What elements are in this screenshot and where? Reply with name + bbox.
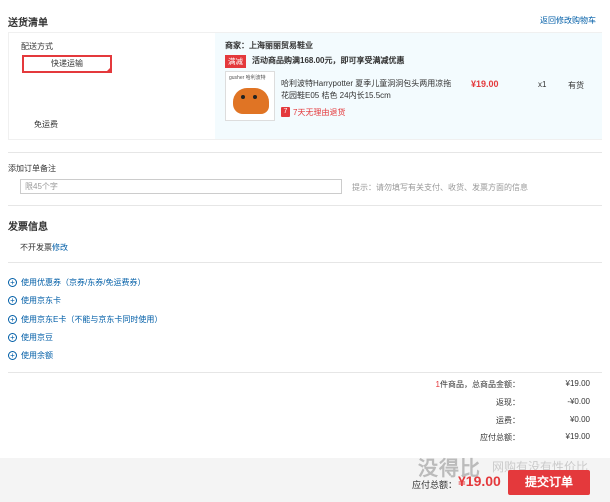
shoe-image	[233, 88, 269, 114]
summary-freight-label: 运费：	[496, 416, 520, 425]
product-thumbnail[interactable]: gusher 哈利波特	[225, 71, 275, 121]
goods-panel: 商家：上海丽丽贸易鞋业 满减 活动商品购满168.00元，即可享受满减优惠 gu…	[215, 33, 602, 139]
invoice-edit-link[interactable]: 修改	[52, 242, 68, 253]
shipping-panel: 配送方式 快递运输 免运费	[9, 33, 214, 139]
section-title: 送货清单	[8, 18, 48, 29]
shipping-fee-note: 免运费	[34, 120, 58, 129]
product-stock-status: 有货	[568, 81, 584, 90]
submit-order-button[interactable]: 提交订单	[508, 470, 590, 495]
back-to-cart-link[interactable]: 返回修改购物车	[540, 15, 596, 26]
summary-payable-value: ¥19.00	[565, 432, 590, 441]
plus-icon: +	[8, 332, 17, 342]
shipping-label: 配送方式	[21, 42, 53, 51]
divider	[8, 205, 602, 206]
remark-label: 添加订单备注	[8, 164, 56, 173]
use-jd-card-option[interactable]: + 使用京东卡	[8, 294, 61, 306]
product-price: ¥19.00	[471, 79, 499, 89]
shipping-method-button[interactable]: 快递运输	[22, 55, 112, 73]
option-label: 使用京豆	[21, 332, 53, 342]
invoice-title: 发票信息	[8, 222, 48, 233]
promotion-text: 活动商品购满168.00元，即可享受满减优惠	[252, 56, 405, 65]
plus-icon: +	[8, 350, 17, 360]
promotion-tag: 满减	[225, 55, 246, 68]
use-jd-ecard-option[interactable]: + 使用京东E卡（不能与京东卡同时使用）	[8, 313, 162, 325]
plus-icon: +	[8, 295, 17, 305]
plus-icon: +	[8, 277, 17, 287]
divider	[8, 152, 602, 153]
item-count-suffix: 件商品，总商品金额：	[440, 380, 520, 389]
summary-discount-label: 返现：	[496, 398, 520, 407]
merchant-name: 商家：上海丽丽贸易鞋业	[225, 41, 313, 50]
footer-pay-amount: ¥19.00	[458, 473, 501, 489]
product-name-link[interactable]: 哈利波特Harrypotter 夏季儿童洞洞包头两用凉拖 花园鞋E05 桔色 2…	[281, 78, 461, 102]
order-box: 配送方式 快递运输 免运费 商家：上海丽丽贸易鞋业 满减 活动商品购满168.0…	[8, 32, 602, 140]
footer-pay-label: 应付总额：	[412, 480, 458, 490]
remark-tip: 提示：请勿填写有关支付、收货、发票方面的信息	[352, 183, 528, 192]
summary-payable-row: 应付总额： ¥19.00	[340, 432, 590, 443]
use-jd-beans-option[interactable]: + 使用京豆	[8, 331, 53, 343]
divider	[8, 262, 602, 263]
invoice-status: 不开发票	[20, 243, 52, 252]
shipping-method-label: 快递运输	[51, 59, 83, 68]
return-policy-icon: 7	[281, 107, 290, 117]
summary-discount-row: 返现： -¥0.00	[340, 397, 590, 408]
summary-goods-value: ¥19.00	[565, 379, 590, 388]
use-coupon-option[interactable]: + 使用优惠券（京券/东券/免运费券）	[8, 276, 145, 288]
product-image-brand: gusher 哈利波特	[229, 75, 266, 81]
option-label: 使用余额	[21, 350, 53, 360]
plus-icon: +	[8, 314, 17, 324]
summary-goods-label: 1件商品，总商品金额：	[340, 379, 520, 390]
summary-discount-value: -¥0.00	[567, 397, 590, 406]
return-policy-text: 7天无理由退货	[293, 108, 346, 117]
option-label: 使用优惠券（京券/东券/免运费券）	[21, 277, 146, 287]
divider	[8, 372, 602, 373]
option-label: 使用京东卡	[21, 295, 61, 305]
summary-goods-row: 1件商品，总商品金额： ¥19.00	[340, 379, 590, 390]
product-quantity: x1	[538, 80, 547, 89]
order-remark-input[interactable]	[20, 179, 342, 194]
summary-freight-value: ¥0.00	[569, 415, 590, 424]
selected-check-icon	[105, 66, 112, 73]
use-balance-option[interactable]: + 使用余额	[8, 349, 53, 361]
summary-freight-row: 运费： ¥0.00	[340, 415, 590, 426]
summary-payable-label: 应付总额：	[480, 433, 520, 442]
option-label: 使用京东E卡（不能与京东卡同时使用）	[21, 314, 163, 324]
